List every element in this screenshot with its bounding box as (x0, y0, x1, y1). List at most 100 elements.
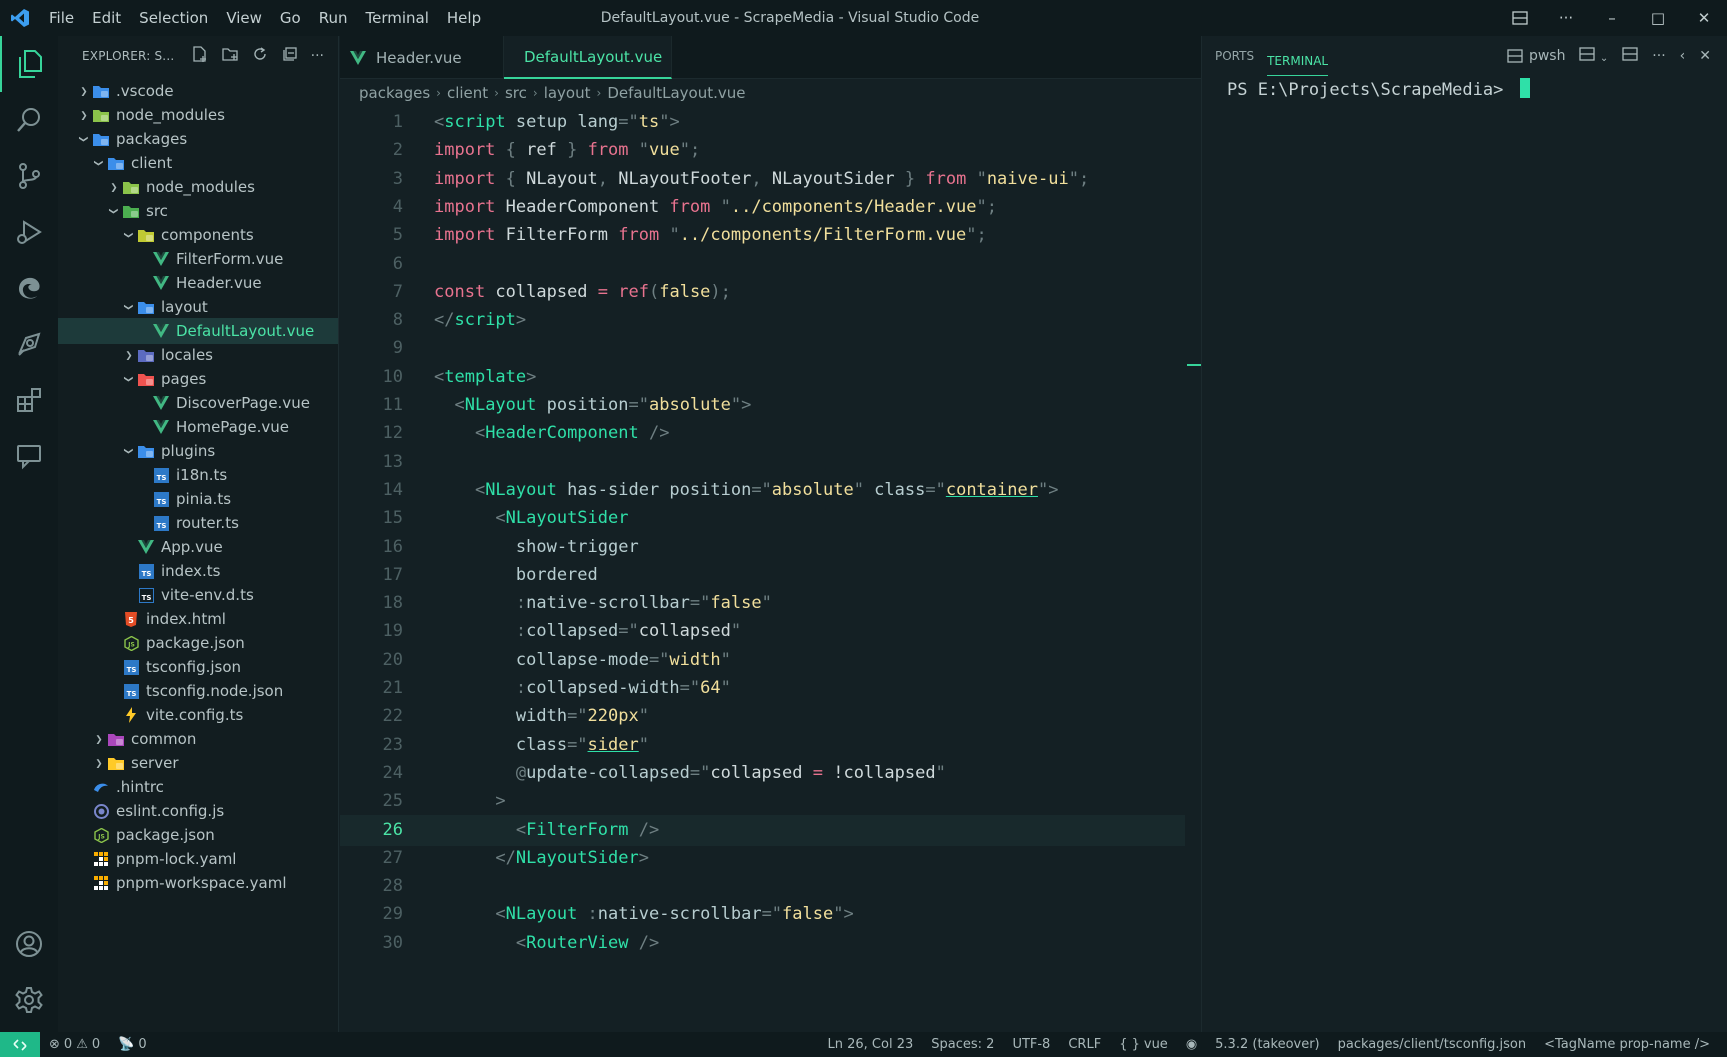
remote-explorer-icon[interactable] (0, 316, 58, 372)
cursor-position[interactable]: Ln 26, Col 23 (819, 1037, 923, 1052)
code-line[interactable]: 27 </NLayoutSider> (340, 843, 1185, 874)
terminal-output[interactable]: PS E:\Projects\ScrapeMedia> (1227, 78, 1530, 100)
end-of-line[interactable]: CRLF (1059, 1037, 1110, 1052)
tree-item[interactable]: 5 index.html (58, 606, 338, 632)
tree-item[interactable]: DefaultLayout.vue (58, 318, 338, 344)
split-terminal-icon[interactable] (1622, 47, 1638, 65)
remote-indicator-icon[interactable] (0, 1032, 40, 1057)
run-debug-icon[interactable] (0, 204, 58, 260)
collapse-all-icon[interactable] (281, 45, 299, 67)
tagname-style[interactable]: <TagName prop-name /> (1535, 1037, 1719, 1052)
breadcrumb-item[interactable]: src (505, 84, 527, 102)
menu-go[interactable]: Go (271, 0, 310, 36)
code-line[interactable]: 23 class="sider" (340, 730, 1185, 761)
explorer-icon[interactable] (0, 36, 58, 92)
maximize-icon[interactable]: □ (1635, 0, 1681, 36)
tree-item[interactable]: FilterForm.vue (58, 246, 338, 272)
tree-item[interactable]: ❯ src (58, 198, 338, 224)
code-line[interactable]: 29 <NLayout :native-scrollbar="false"> (340, 899, 1185, 930)
code-line[interactable]: 25 > (340, 786, 1185, 817)
code-line[interactable]: 7 const collapsed = ref(false); (340, 277, 1185, 308)
tree-item[interactable]: HomePage.vue (58, 414, 338, 440)
code-line[interactable]: 14 <NLayout has-sider position="absolute… (340, 475, 1185, 506)
layout-toggle-icon[interactable] (1497, 0, 1543, 36)
code-line[interactable]: 12 <HeaderComponent /> (340, 418, 1185, 449)
account-icon[interactable] (0, 916, 58, 972)
tree-item[interactable]: .hintrc (58, 774, 338, 800)
more-icon[interactable]: ··· (1652, 48, 1665, 64)
terminal-shell-selector[interactable]: pwsh (1507, 48, 1565, 64)
indentation[interactable]: Spaces: 2 (922, 1037, 1003, 1052)
ports-indicator[interactable]: 📡 0 (109, 1037, 155, 1052)
minimize-icon[interactable]: – (1589, 0, 1635, 36)
source-control-icon[interactable] (0, 148, 58, 204)
tree-item[interactable]: ❯ .vscode (58, 78, 338, 104)
search-icon[interactable] (0, 92, 58, 148)
tree-item[interactable]: ❯ locales (58, 342, 338, 368)
code-line[interactable]: 24 @update-collapsed="collapsed = !colla… (340, 758, 1185, 789)
tree-item[interactable]: ❯ common (58, 726, 338, 752)
tree-item[interactable]: App.vue (58, 534, 338, 560)
menu-help[interactable]: Help (438, 0, 490, 36)
tree-item[interactable]: TS index.ts (58, 558, 338, 584)
code-line[interactable]: 10 <template> (340, 362, 1185, 393)
code-line[interactable]: 20 collapse-mode="width" (340, 645, 1185, 676)
breadcrumb-item[interactable]: packages (359, 84, 430, 102)
code-line[interactable]: 26 <FilterForm /> (340, 814, 1185, 846)
code-line[interactable]: 8 </script> (340, 305, 1185, 336)
tree-item[interactable]: ❯ components (58, 222, 338, 248)
chevron-left-icon[interactable]: ‹ (1680, 48, 1686, 64)
tree-item[interactable]: pnpm-workspace.yaml (58, 870, 338, 896)
code-line[interactable]: 16 show-trigger (340, 532, 1185, 563)
tree-item[interactable]: ❯ server (58, 750, 338, 776)
close-icon[interactable]: ✕ (1681, 0, 1727, 36)
breadcrumb-item[interactable]: client (447, 84, 488, 102)
menu-file[interactable]: File (40, 0, 83, 36)
tree-item[interactable]: TS router.ts (58, 510, 338, 536)
tree-item[interactable]: TS tsconfig.node.json (58, 678, 338, 704)
extensions-icon[interactable] (0, 372, 58, 428)
tree-item[interactable]: eslint.config.js (58, 798, 338, 824)
edge-browser-icon[interactable] (0, 260, 58, 316)
tree-item[interactable]: JS package.json (58, 630, 338, 656)
menu-run[interactable]: Run (310, 0, 357, 36)
menu-selection[interactable]: Selection (130, 0, 217, 36)
tree-item[interactable]: ❯ packages (58, 126, 338, 152)
tree-item[interactable]: ❯ pages (58, 366, 338, 392)
tree-item[interactable]: pnpm-lock.yaml (58, 846, 338, 872)
code-line[interactable]: 30 <RouterView /> (340, 928, 1185, 959)
tree-item[interactable]: Header.vue (58, 270, 338, 296)
code-line[interactable]: 18 :native-scrollbar="false" (340, 588, 1185, 619)
code-line[interactable]: 15 <NLayoutSider (340, 503, 1185, 534)
tab-header-vue[interactable]: Header.vue (340, 36, 504, 79)
tab-defaultlayout-vue[interactable]: DefaultLayout.vue (504, 36, 672, 79)
more-icon[interactable]: ··· (311, 48, 324, 64)
refresh-icon[interactable] (251, 45, 269, 67)
tree-item[interactable]: ❯ client (58, 150, 338, 176)
encoding[interactable]: UTF-8 (1003, 1037, 1059, 1052)
code-line[interactable]: 19 :collapsed="collapsed" (340, 616, 1185, 647)
tab-ports[interactable]: PORTS (1202, 36, 1267, 76)
new-file-icon[interactable] (191, 45, 209, 67)
tsconfig-path[interactable]: packages/client/tsconfig.json (1329, 1037, 1535, 1052)
code-line[interactable]: 4 import HeaderComponent from "../compone… (340, 192, 1185, 223)
code-line[interactable]: 11 <NLayout position="absolute"> (340, 390, 1185, 421)
language-mode[interactable]: { } vue (1110, 1037, 1177, 1052)
settings-gear-icon[interactable] (0, 972, 58, 1028)
new-folder-icon[interactable] (221, 45, 239, 67)
code-line[interactable]: 5 import FilterForm from "../components/F… (340, 220, 1185, 251)
code-line[interactable]: 3 import { NLayout, NLayoutFooter, NLayou… (340, 164, 1185, 195)
code-line[interactable]: 2 import { ref } from "vue"; (340, 135, 1185, 166)
tree-item[interactable]: JS package.json (58, 822, 338, 848)
copilot-icon[interactable]: ◉ (1177, 1037, 1206, 1052)
tree-item[interactable]: TS pinia.ts (58, 486, 338, 512)
tree-item[interactable]: ❯ plugins (58, 438, 338, 464)
menu-terminal[interactable]: Terminal (357, 0, 438, 36)
more-actions-icon[interactable]: ··· (1543, 0, 1589, 36)
menu-edit[interactable]: Edit (83, 0, 130, 36)
tree-item[interactable]: vite.config.ts (58, 702, 338, 728)
menu-view[interactable]: View (217, 0, 271, 36)
tree-item[interactable]: ❯ node_modules (58, 102, 338, 128)
code-line[interactable]: 17 bordered (340, 560, 1185, 591)
code-line[interactable]: 13 (340, 447, 1185, 478)
